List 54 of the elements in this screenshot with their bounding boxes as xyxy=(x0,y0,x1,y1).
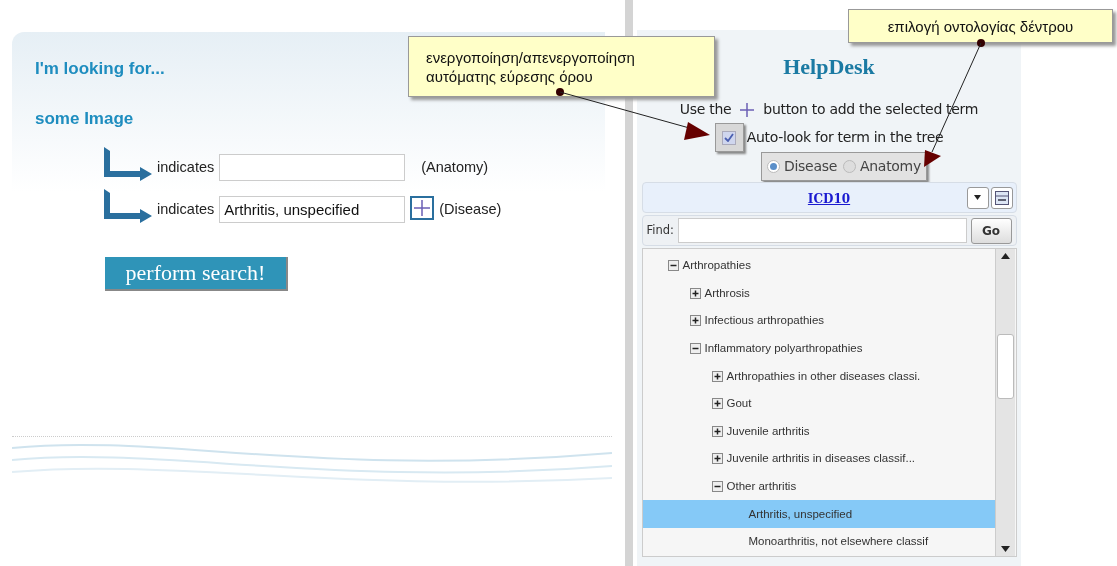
add-icon[interactable] xyxy=(410,196,435,220)
scrollbar[interactable] xyxy=(994,249,1015,556)
checkbox-label: Auto-look for term in the tree xyxy=(746,128,944,147)
tree-item[interactable]: Gout xyxy=(642,389,995,418)
tree-item[interactable]: Monoarthritis, not elsewhere classif xyxy=(642,527,995,556)
dropdown-button[interactable] xyxy=(966,186,989,209)
expand-icon[interactable] xyxy=(711,398,723,410)
expand-icon[interactable] xyxy=(689,315,701,327)
tree-item[interactable]: Infectious arthropathies xyxy=(642,307,995,335)
tree-item[interactable]: Juvenile arthritis xyxy=(642,417,995,446)
checkbox[interactable] xyxy=(714,123,744,152)
callout: ενεργοποίηση/απενεργοποίηση αυτόματης εύρεσης όρου xyxy=(408,36,715,97)
scroll-thumb[interactable] xyxy=(996,334,1014,399)
collapse-all-button[interactable] xyxy=(990,186,1013,209)
go-button[interactable]: Go xyxy=(970,217,1012,244)
radio-option[interactable]: Anatomy xyxy=(843,156,921,177)
callout: επιλογή οντολογίας δέντρου xyxy=(848,9,1113,43)
expand-icon[interactable] xyxy=(689,287,701,299)
tree-item[interactable]: Arthrosis xyxy=(642,279,995,308)
tree-item[interactable]: Arthropathies in other diseases classi. xyxy=(642,362,995,390)
expand-icon[interactable] xyxy=(711,453,723,465)
bent-arrow-icon xyxy=(104,147,152,181)
find-field[interactable] xyxy=(677,218,967,243)
category-label: (Anatomy) xyxy=(421,158,489,178)
category-label: (Disease) xyxy=(439,200,502,220)
subheading: some Image xyxy=(35,108,134,128)
checkmark-icon xyxy=(724,133,735,142)
collapse-icon xyxy=(994,190,1009,205)
expand-icon[interactable] xyxy=(711,370,723,382)
tree-item[interactable]: Other arthritis xyxy=(642,472,995,501)
hint-text: Use the xyxy=(679,100,732,119)
tree-item[interactable]: Arthropathies xyxy=(642,252,995,280)
bent-arrow-icon xyxy=(104,189,152,223)
radio-option[interactable]: Disease xyxy=(767,156,837,177)
relation-label: indicates xyxy=(157,158,215,178)
term-field[interactable] xyxy=(219,154,406,181)
helpdesk-title: HelpDesk xyxy=(783,53,875,81)
scroll-down-icon[interactable] xyxy=(1000,546,1010,552)
tree-item[interactable]: Inflammatory polyarthropathies xyxy=(642,334,995,363)
expand-icon[interactable] xyxy=(711,425,723,437)
scroll-up-icon[interactable] xyxy=(1000,253,1010,259)
tree-item[interactable]: Arthritis, unspecified xyxy=(642,500,995,528)
term-field[interactable]: Arthritis, unspecified xyxy=(219,196,406,223)
find-label: Find: xyxy=(646,221,674,239)
relation-label: indicates xyxy=(157,200,215,220)
ontology-link[interactable]: ICD10 xyxy=(807,191,851,206)
caret-icon xyxy=(974,195,981,200)
tree-item[interactable]: Juvenile arthritis in diseases classif... xyxy=(642,445,995,473)
collapse-icon[interactable] xyxy=(711,481,723,493)
collapse-icon[interactable] xyxy=(689,343,701,355)
plus-icon xyxy=(739,101,756,118)
collapse-icon[interactable] xyxy=(667,260,679,272)
heading: I'm looking for... xyxy=(35,59,165,78)
hint-text: button to add the selected term xyxy=(763,100,979,119)
